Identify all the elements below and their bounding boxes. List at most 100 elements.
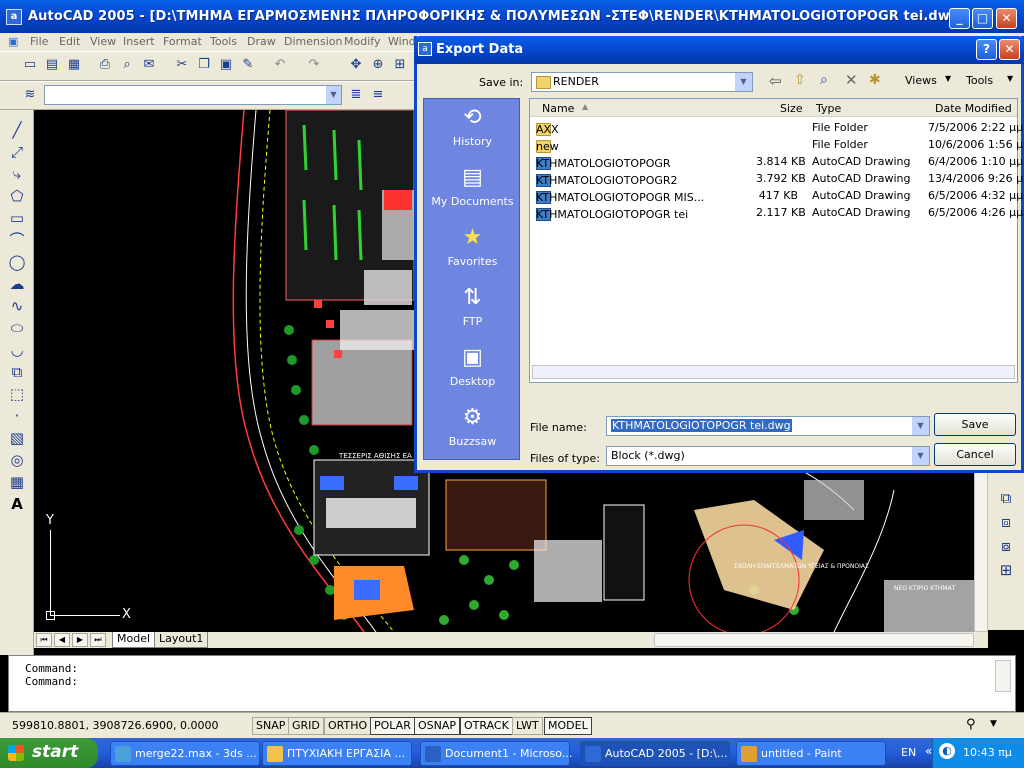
file-row[interactable]: KTHMATOLOGIOTOPOGR tei 2.117 KB AutoCAD Dr… <box>530 204 1023 221</box>
layer-previous-icon[interactable]: ≡ <box>368 86 388 104</box>
menu-view[interactable]: View <box>90 35 116 48</box>
ortho-toggle[interactable]: ORTHO <box>324 717 372 735</box>
place-favorites[interactable]: ★ Favorites <box>424 219 521 277</box>
save-icon[interactable]: ▦ <box>64 56 84 74</box>
table-icon[interactable]: ▦ <box>7 472 27 492</box>
file-row[interactable]: AXX File Folder 7/5/2006 2:22 μμ <box>530 119 1023 136</box>
cut-icon[interactable]: ✂ <box>172 56 192 74</box>
point-icon[interactable]: · <box>7 406 27 426</box>
autocad-app-icon[interactable]: a <box>6 9 22 25</box>
place-ftp[interactable]: ⇅ FTP <box>424 279 521 337</box>
spline-icon[interactable]: ∿ <box>7 296 27 316</box>
model-toggle[interactable]: MODEL <box>544 717 592 735</box>
menu-window[interactable]: Wind <box>388 35 416 48</box>
menu-dimension[interactable]: Dimension <box>284 35 342 48</box>
file-row[interactable]: KTHMATOLOGIOTOPOGR2 3.792 KB AutoCAD Drawi… <box>530 170 1024 187</box>
language-options-icon[interactable]: « <box>925 744 932 758</box>
offset-icon[interactable]: ⧇ <box>996 536 1016 556</box>
tools-menu[interactable]: Tools <box>966 74 993 87</box>
file-row[interactable]: KTHMATOLOGIOTOPOGR 3.814 KB AutoCAD Drawin… <box>530 153 1023 170</box>
menu-format[interactable]: Format <box>163 35 202 48</box>
taskbar-button[interactable]: merge22.max - 3ds ... <box>110 741 260 766</box>
taskbar-button[interactable]: ΠΤΥΧΙΑΚΗ ΕΡΓΑΣΙΑ ... <box>262 741 412 766</box>
zoom-window-icon[interactable]: ⊞ <box>390 56 410 74</box>
line-icon[interactable]: ╱ <box>7 120 27 140</box>
prev-tab-icon[interactable]: ◀ <box>54 633 70 647</box>
print-icon[interactable]: ⎙ <box>95 56 115 74</box>
mirror-icon[interactable]: ⧈ <box>996 512 1016 532</box>
new-icon[interactable]: ▭ <box>20 56 40 74</box>
redo-icon[interactable]: ↷ <box>304 56 324 74</box>
tools-chevron-down-icon[interactable]: ▼ <box>1007 74 1013 83</box>
polyline-icon[interactable]: ⤷ <box>7 164 27 184</box>
file-row[interactable]: new File Folder 10/6/2006 1:56 μμ <box>530 136 1024 153</box>
help-button[interactable]: ? <box>976 39 997 60</box>
minimize-button[interactable]: _ <box>949 8 970 29</box>
taskbar-button[interactable]: Document1 - Microso... <box>420 741 572 766</box>
next-tab-icon[interactable]: ▶ <box>72 633 88 647</box>
column-date-modified[interactable]: Date Modified <box>935 102 1012 115</box>
back-icon[interactable]: ⇦ <box>769 72 782 90</box>
column-name[interactable]: Name <box>542 102 574 115</box>
menu-tools[interactable]: Tools <box>210 35 237 48</box>
menu-insert[interactable]: Insert <box>123 35 155 48</box>
taskbar-button[interactable]: AutoCAD 2005 - [D:\... <box>580 741 730 766</box>
place-my-documents[interactable]: ▤ My Documents <box>424 159 521 217</box>
zoom-realtime-icon[interactable]: ⊕ <box>368 56 388 74</box>
file-list-hscroll[interactable] <box>532 365 1015 379</box>
views-menu[interactable]: Views <box>905 74 937 87</box>
pan-icon[interactable]: ✥ <box>346 56 366 74</box>
close-button[interactable]: ✕ <box>996 8 1017 29</box>
layer-combo[interactable]: ▼ <box>44 85 342 105</box>
paste-icon[interactable]: ▣ <box>216 56 236 74</box>
make-block-icon[interactable]: ⬚ <box>7 384 27 404</box>
polygon-icon[interactable]: ⬠ <box>7 186 27 206</box>
file-row[interactable]: KTHMATOLOGIOTOPOGR MIS... 417 KB AutoCAD D… <box>530 187 1023 204</box>
views-chevron-down-icon[interactable]: ▼ <box>945 74 951 83</box>
grid-toggle[interactable]: GRID <box>288 717 324 735</box>
document-menu-icon[interactable]: ▣ <box>8 35 18 48</box>
layer-manager-icon[interactable]: ≋ <box>20 86 40 104</box>
circle-icon[interactable]: ◯ <box>7 252 27 272</box>
arc-icon[interactable]: ⌒ <box>7 230 27 250</box>
autocad-titlebar[interactable]: a AutoCAD 2005 - [D:\ΤΜΗΜΑ ΕΓΑΡΜΟΣΜΕΝΗΣ … <box>0 0 1024 33</box>
menu-modify[interactable]: Modify <box>344 35 380 48</box>
ellipse-icon[interactable]: ⬭ <box>7 318 27 338</box>
place-desktop[interactable]: ▣ Desktop <box>424 339 521 397</box>
publish-icon[interactable]: ✉ <box>139 56 159 74</box>
language-indicator[interactable]: EN <box>901 746 916 759</box>
make-layer-current-icon[interactable]: ≣ <box>346 86 366 104</box>
command-scrollbar[interactable] <box>995 660 1011 692</box>
snap-toggle[interactable]: SNAP <box>252 717 290 735</box>
osnap-toggle[interactable]: OSNAP <box>414 717 461 735</box>
search-web-icon[interactable]: ⌕ <box>820 72 828 88</box>
revision-cloud-icon[interactable]: ☁ <box>7 274 27 294</box>
copy-icon[interactable]: ❐ <box>194 56 214 74</box>
save-in-combo[interactable]: RENDER ▼ <box>531 72 753 92</box>
place-history[interactable]: ⟲ History <box>424 99 521 157</box>
dialog-titlebar[interactable]: a Export Data ? ✕ <box>414 36 1024 64</box>
dialog-close-button[interactable]: ✕ <box>999 39 1020 60</box>
match-properties-icon[interactable]: ✎ <box>238 56 258 74</box>
up-folder-icon[interactable]: ⇧ <box>794 72 806 88</box>
command-window[interactable]: Command: Command: <box>8 655 1016 712</box>
menu-file[interactable]: File <box>30 35 48 48</box>
delete-icon[interactable]: ✕ <box>845 71 858 89</box>
open-icon[interactable]: ▤ <box>42 56 62 74</box>
tab-model[interactable]: Model <box>112 632 156 648</box>
clock[interactable]: 10:43 πμ <box>963 746 1012 759</box>
communication-center-icon[interactable]: ⚲ <box>966 717 976 732</box>
file-name-input[interactable]: KTHMATOLOGIOTOPOGR tei.dwg ▼ <box>606 416 930 436</box>
array-icon[interactable]: ⊞ <box>996 560 1016 580</box>
cancel-button[interactable]: Cancel <box>934 443 1016 466</box>
construction-line-icon[interactable]: ⤢ <box>7 142 27 162</box>
ellipse-arc-icon[interactable]: ◡ <box>7 340 27 360</box>
menu-draw[interactable]: Draw <box>247 35 276 48</box>
first-tab-icon[interactable]: ⏮ <box>36 633 52 647</box>
horizontal-scrollbar[interactable] <box>654 633 974 647</box>
column-type[interactable]: Type <box>816 102 841 115</box>
copy-object-icon[interactable]: ⧉ <box>996 488 1016 508</box>
polar-toggle[interactable]: POLAR <box>370 717 415 735</box>
column-size[interactable]: Size <box>780 102 803 115</box>
undo-icon[interactable]: ↶ <box>270 56 290 74</box>
